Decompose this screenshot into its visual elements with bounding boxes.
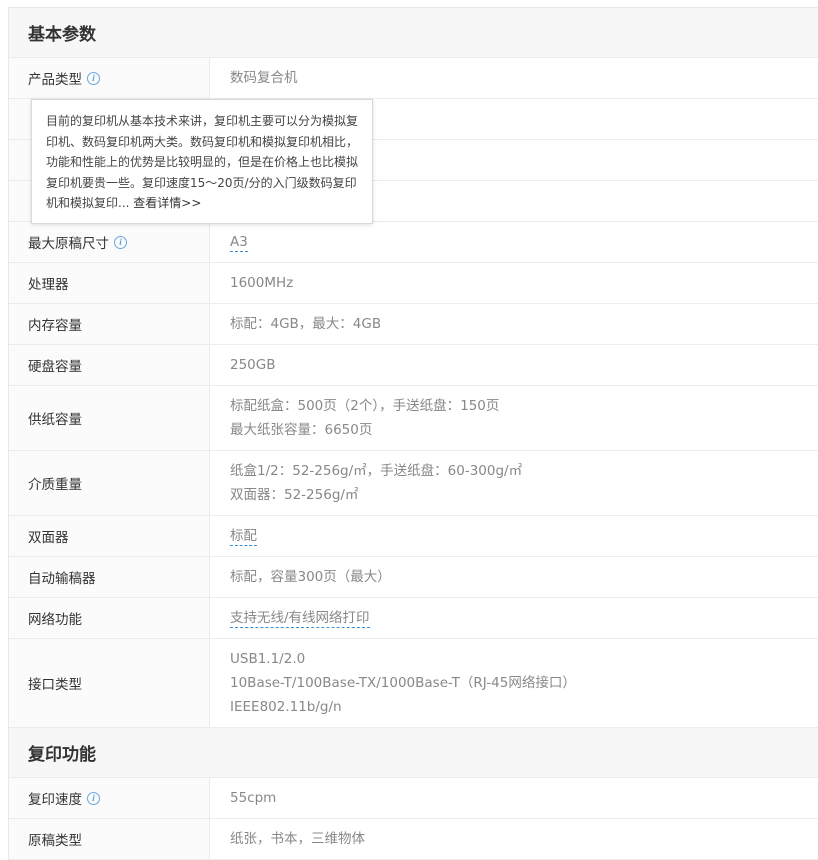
spec-value-line: USB1.1/2.0 bbox=[230, 651, 306, 667]
spec-row-memory: 内存容量 标配：4GB，最大：4GB bbox=[9, 304, 818, 345]
spec-label: 产品类型 i bbox=[9, 58, 210, 98]
spec-row-hdd: 硬盘容量 250GB bbox=[9, 345, 818, 386]
spec-row-network: 网络功能 支持无线/有线网络打印 bbox=[9, 598, 818, 639]
info-circle-icon[interactable]: i bbox=[87, 791, 100, 805]
spec-label: 内存容量 bbox=[9, 304, 210, 344]
spec-label-text: 复印速度 bbox=[28, 792, 82, 808]
spec-value-link[interactable]: 标配 bbox=[230, 527, 257, 546]
spec-row-max-original-size: 最大原稿尺寸 i A3 bbox=[9, 222, 818, 263]
spec-value-line: 标配：4GB，最大：4GB bbox=[230, 316, 382, 332]
spec-label: 最大原稿尺寸 i bbox=[9, 222, 210, 262]
section-title-copy: 复印功能 bbox=[9, 728, 818, 778]
spec-label: 自动输稿器 bbox=[9, 557, 210, 597]
spec-value-line: 纸盒1/2：52-256g/㎡，手送纸盘：60-300g/㎡ bbox=[230, 463, 523, 479]
info-circle-icon[interactable]: i bbox=[87, 71, 100, 85]
spec-label: 双面器 bbox=[9, 516, 210, 556]
spec-value: 1600MHz bbox=[210, 263, 818, 303]
spec-value-line: 10Base-T/100Base-TX/1000Base-T（RJ-45网络接口… bbox=[230, 675, 576, 691]
spec-value: USB1.1/2.0 10Base-T/100Base-TX/1000Base-… bbox=[210, 639, 818, 727]
spec-value-line: 双面器：52-256g/㎡ bbox=[230, 487, 359, 503]
spec-value: 250GB bbox=[210, 345, 818, 385]
spec-label: 网络功能 bbox=[9, 598, 210, 638]
spec-value: 纸盒1/2：52-256g/㎡，手送纸盘：60-300g/㎡ 双面器：52-25… bbox=[210, 451, 818, 515]
spec-value: 数码复合机 bbox=[210, 58, 818, 98]
spec-value-line: 纸张，书本，三维物体 bbox=[230, 831, 365, 847]
spec-label: 原稿类型 bbox=[9, 819, 210, 859]
section-title-basic: 基本参数 bbox=[9, 8, 818, 58]
spec-value-link[interactable]: A3 bbox=[230, 233, 248, 252]
spec-value: A3 bbox=[210, 222, 818, 262]
spec-value: 标配纸盒：500页（2个），手送纸盘：150页 最大纸张容量：6650页 bbox=[210, 386, 818, 450]
spec-label-text: 产品类型 bbox=[28, 72, 82, 88]
spec-value-line: 250GB bbox=[230, 357, 276, 373]
spec-label: 复印速度 i bbox=[9, 778, 210, 818]
spec-value-line: 55cpm bbox=[230, 790, 277, 806]
spec-value: 标配：4GB，最大：4GB bbox=[210, 304, 818, 344]
spec-row-original-type: 原稿类型 纸张，书本，三维物体 bbox=[9, 819, 818, 860]
spec-value: 纸张，书本，三维物体 bbox=[210, 819, 818, 859]
spec-value-line: 标配，容量300页（最大） bbox=[230, 569, 391, 585]
spec-value-line: 数码复合机 bbox=[230, 70, 298, 86]
spec-row-media-weight: 介质重量 纸盒1/2：52-256g/㎡，手送纸盘：60-300g/㎡ 双面器：… bbox=[9, 451, 818, 516]
spec-value: 标配，容量300页（最大） bbox=[210, 557, 818, 597]
spec-label: 接口类型 bbox=[9, 639, 210, 727]
spec-value: 支持无线/有线网络打印 bbox=[210, 598, 818, 638]
spec-row-duplex: 双面器 标配 bbox=[9, 516, 818, 557]
spec-value-line: 1600MHz bbox=[230, 275, 294, 291]
product-type-tooltip: 目前的复印机从基本技术来讲，复印机主要可以分为模拟复印机、数码复印机两大类。数码… bbox=[31, 99, 373, 224]
spec-row-copy-speed: 复印速度 i 55cpm bbox=[9, 778, 818, 819]
spec-table: 基本参数 产品类型 i 数码复合机 最大原稿尺寸 i A3 处理器 1600MH… bbox=[8, 7, 818, 860]
spec-value-line: 标配纸盒：500页（2个），手送纸盘：150页 bbox=[230, 398, 500, 414]
spec-row-processor: 处理器 1600MHz bbox=[9, 263, 818, 304]
info-circle-icon[interactable]: i bbox=[114, 235, 127, 249]
spec-row-adf: 自动输稿器 标配，容量300页（最大） bbox=[9, 557, 818, 598]
spec-label-text: 最大原稿尺寸 bbox=[28, 236, 109, 252]
spec-value: 55cpm bbox=[210, 778, 818, 818]
tooltip-more-link[interactable]: 查看详情>> bbox=[129, 196, 201, 210]
spec-label: 供纸容量 bbox=[9, 386, 210, 450]
tooltip-text: 目前的复印机从基本技术来讲，复印机主要可以分为模拟复印机、数码复印机两大类。数码… bbox=[46, 114, 359, 210]
spec-row-interface: 接口类型 USB1.1/2.0 10Base-T/100Base-TX/1000… bbox=[9, 639, 818, 728]
spec-label: 硬盘容量 bbox=[9, 345, 210, 385]
spec-value: 标配 bbox=[210, 516, 818, 556]
spec-value-line: IEEE802.11b/g/n bbox=[230, 699, 342, 715]
spec-row-paper-capacity: 供纸容量 标配纸盒：500页（2个），手送纸盘：150页 最大纸张容量：6650… bbox=[9, 386, 818, 451]
spec-label: 处理器 bbox=[9, 263, 210, 303]
spec-label: 介质重量 bbox=[9, 451, 210, 515]
spec-value-link[interactable]: 支持无线/有线网络打印 bbox=[230, 609, 370, 628]
spec-value-line: 最大纸张容量：6650页 bbox=[230, 422, 373, 438]
spec-row-product-type: 产品类型 i 数码复合机 bbox=[9, 58, 818, 99]
